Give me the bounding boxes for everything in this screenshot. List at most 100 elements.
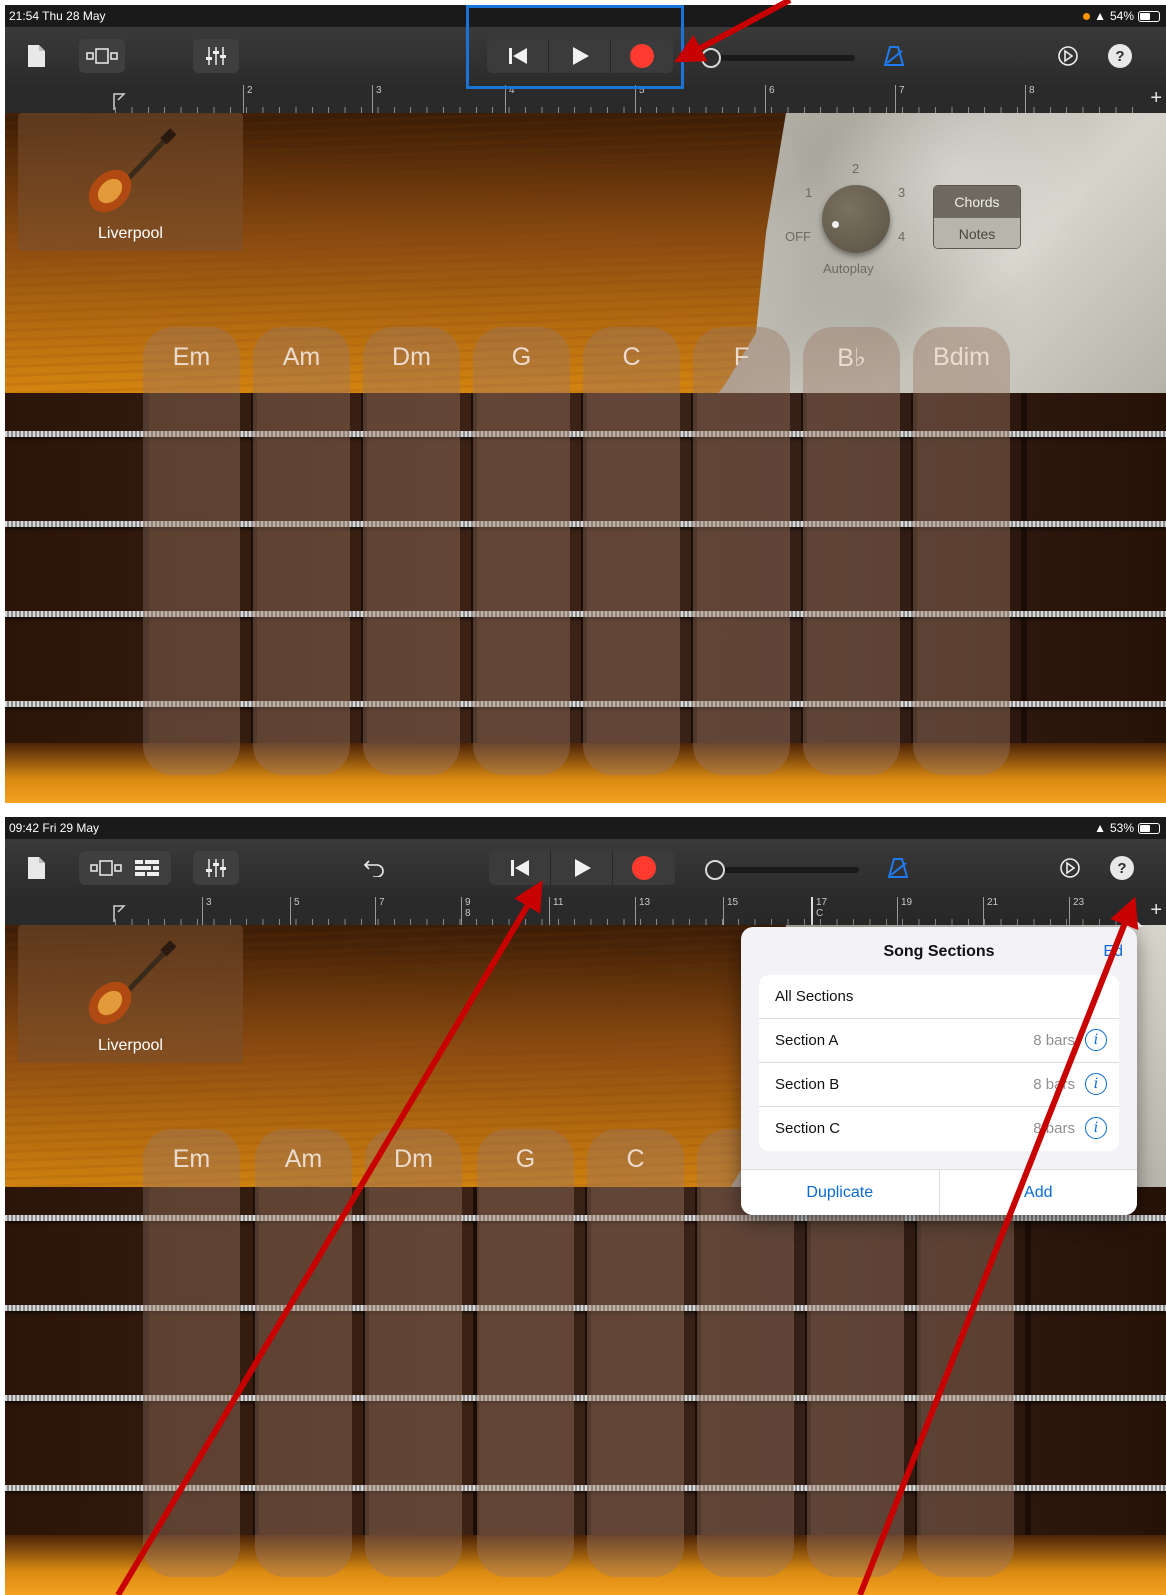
- ruler-bar-label: 11: [549, 897, 563, 925]
- autoplay-knob[interactable]: [822, 185, 890, 253]
- status-bar: 09:42 Fri 29 May ▲ 53%: [5, 817, 1166, 839]
- mixer-icon[interactable]: [193, 851, 239, 885]
- chord-strip[interactable]: F: [693, 327, 790, 775]
- instrument-name: Liverpool: [98, 225, 163, 242]
- popover-arrow: [1123, 917, 1143, 927]
- chord-strip[interactable]: B♭: [803, 327, 900, 775]
- chord-label: B♭: [837, 344, 866, 372]
- help-button[interactable]: ?: [1103, 39, 1137, 73]
- ruler-bar-label: 98: [461, 897, 471, 925]
- popover-title: Song Sections: [883, 943, 995, 960]
- chord-strip[interactable]: Dm: [363, 327, 460, 775]
- ruler-bar-label: 6: [765, 85, 775, 113]
- ruler-bar-label: 5: [635, 85, 645, 113]
- instrument-selector[interactable]: Liverpool: [18, 925, 243, 1063]
- transport-controls: [489, 851, 675, 885]
- notes-toggle[interactable]: Notes: [934, 218, 1020, 248]
- settings-icon[interactable]: [1051, 39, 1085, 73]
- undo-icon[interactable]: [357, 851, 391, 885]
- track-view-icon[interactable]: [79, 39, 125, 73]
- timeline-ruler[interactable]: 2 3 4 5 6 7 8 +: [5, 85, 1166, 113]
- go-to-start-icon[interactable]: [489, 851, 551, 885]
- violin-bass-icon: [88, 940, 177, 1025]
- ruler-bar-label: 21: [983, 897, 998, 925]
- section-name: Section C: [775, 1120, 841, 1137]
- status-right: ▲ 53%: [1094, 821, 1160, 835]
- volume-slider-knob[interactable]: [701, 48, 721, 68]
- instrument-name: Liverpool: [98, 1037, 163, 1054]
- track-view-icon[interactable]: [90, 860, 122, 876]
- autoplay-title: Autoplay: [823, 261, 874, 276]
- add-section-icon[interactable]: +: [1150, 899, 1162, 922]
- metronome-icon[interactable]: [881, 851, 915, 885]
- chord-strip[interactable]: G: [473, 327, 570, 775]
- section-row-a[interactable]: Section A 8 bars i: [759, 1019, 1119, 1063]
- ruler-bar-label: 5: [290, 897, 300, 925]
- volume-slider[interactable]: [709, 867, 859, 873]
- autoplay-label: OFF: [785, 229, 811, 244]
- section-row-b[interactable]: Section B 8 bars i: [759, 1063, 1119, 1107]
- autoplay-label: 3: [898, 185, 906, 200]
- ruler-bar-label: 19: [897, 897, 912, 925]
- chord-strip[interactable]: Am: [253, 327, 350, 775]
- edit-button[interactable]: Ed: [1103, 943, 1123, 961]
- chord-label: Am: [284, 1145, 323, 1173]
- chord-strip[interactable]: Em: [143, 327, 240, 775]
- song-sections-popover: Song Sections Ed All Sections Section A …: [741, 927, 1137, 1215]
- play-icon[interactable]: [551, 851, 613, 885]
- chord-strip[interactable]: C: [583, 327, 680, 775]
- tracks-list-icon[interactable]: [134, 859, 160, 877]
- autoplay-label: 1: [805, 185, 813, 200]
- ruler-bar-label: 4: [505, 85, 515, 113]
- violin-bass-icon: [88, 128, 177, 213]
- chord-strip[interactable]: G: [477, 1129, 574, 1577]
- ruler-bar-label: 8: [1025, 85, 1035, 113]
- status-time: 21:54 Thu 28 May: [9, 9, 106, 23]
- record-button[interactable]: [613, 851, 675, 885]
- section-row-c[interactable]: Section C 8 bars i: [759, 1107, 1119, 1151]
- playhead-start-icon[interactable]: [113, 903, 127, 923]
- chord-label: C: [622, 343, 641, 371]
- ruler-bar-label: 3: [202, 897, 212, 925]
- instrument-stage: Liverpool 2 1 3 OFF 4 Autoplay Chords No…: [5, 113, 1166, 803]
- section-length: 8 bars: [1033, 1032, 1075, 1049]
- chord-strip[interactable]: Dm: [365, 1129, 462, 1577]
- settings-icon[interactable]: [1053, 851, 1087, 885]
- chord-strip[interactable]: C: [587, 1129, 684, 1577]
- chord-label: Em: [172, 1145, 211, 1173]
- screenshot-2: 09:42 Fri 29 May ▲ 53% ? 3 5 7 9 8 11 13…: [5, 817, 1166, 1595]
- popover-actions: Duplicate Add: [741, 1169, 1137, 1215]
- chord-strip[interactable]: Em: [143, 1129, 240, 1577]
- document-icon[interactable]: [19, 39, 53, 73]
- add-section-icon[interactable]: +: [1150, 87, 1162, 110]
- playhead-start-icon[interactable]: [113, 91, 127, 111]
- instrument-selector[interactable]: Liverpool: [18, 113, 243, 251]
- section-length: 8 bars: [1033, 1120, 1075, 1137]
- screenshot-1: 21:54 Thu 28 May ▲ 54% ? 2 3 4 5 6 7 8 +…: [5, 5, 1166, 803]
- duplicate-button[interactable]: Duplicate: [741, 1170, 940, 1215]
- info-icon[interactable]: i: [1085, 1073, 1107, 1095]
- chord-strip[interactable]: Bdim: [913, 327, 1010, 775]
- section-length: 8 bars: [1033, 1076, 1075, 1093]
- autoplay-label: 4: [898, 229, 906, 244]
- status-right: ▲ 54%: [1083, 9, 1160, 23]
- info-icon[interactable]: i: [1085, 1029, 1107, 1051]
- volume-slider-knob[interactable]: [705, 860, 725, 880]
- chord-strip[interactable]: Am: [255, 1129, 352, 1577]
- help-button[interactable]: ?: [1105, 851, 1139, 885]
- chords-toggle[interactable]: Chords: [934, 186, 1020, 218]
- battery-icon: [1138, 10, 1160, 22]
- section-row-all[interactable]: All Sections: [759, 975, 1119, 1019]
- add-button[interactable]: Add: [940, 1170, 1138, 1215]
- document-icon[interactable]: [19, 851, 53, 885]
- chord-label: Am: [282, 343, 321, 371]
- info-icon[interactable]: i: [1085, 1117, 1107, 1139]
- metronome-icon[interactable]: [877, 39, 911, 73]
- autoplay-label: 2: [852, 161, 860, 176]
- volume-slider[interactable]: [705, 55, 855, 61]
- ruler-bar-label: 7: [375, 897, 385, 925]
- chord-label: Dm: [394, 1145, 433, 1173]
- help-icon: ?: [1108, 44, 1132, 68]
- mixer-icon[interactable]: [193, 39, 239, 73]
- timeline-ruler[interactable]: 3 5 7 98 11 13 15 17 C 19 21 23 +: [5, 897, 1166, 925]
